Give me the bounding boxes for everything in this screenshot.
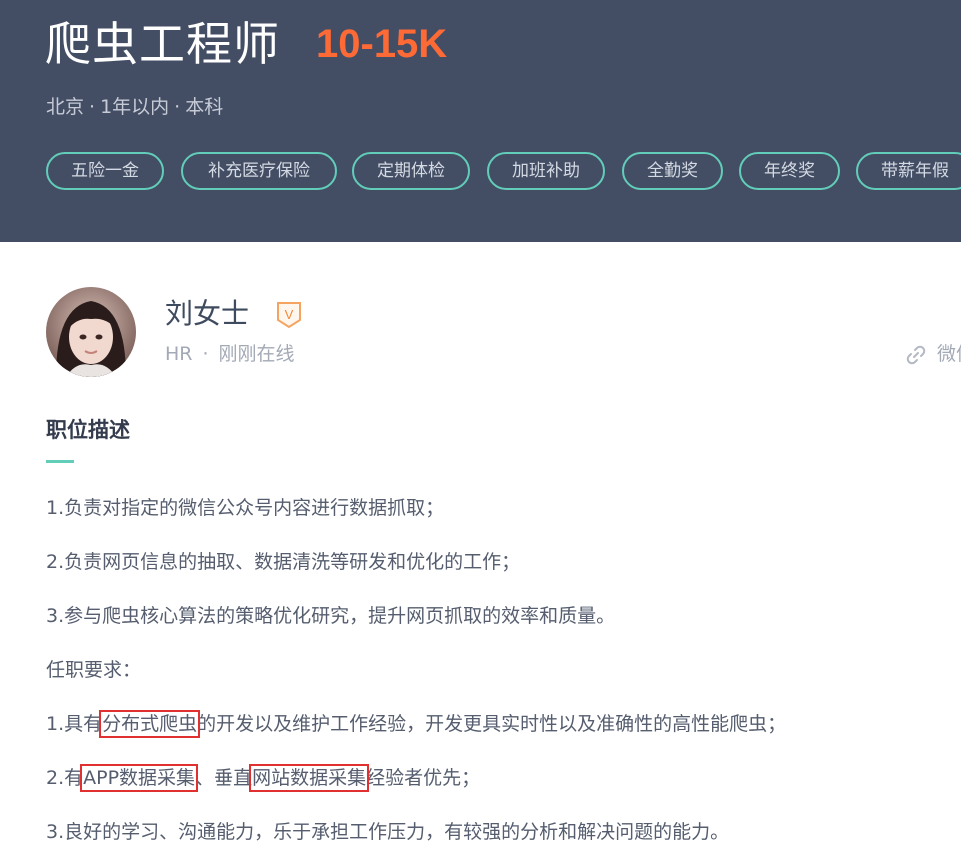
- duty-line: 2.负责网页信息的抽取、数据清洗等研发和优化的工作；: [46, 551, 521, 573]
- job-meta: 北京 · 1年以内 · 本科: [46, 93, 223, 121]
- requirement-text: 、垂直: [195, 767, 253, 789]
- job-experience: 1年以内: [100, 96, 170, 118]
- benefit-tag: 补充医疗保险: [181, 152, 337, 190]
- link-icon: [906, 345, 926, 365]
- requirement-line: 1.具有分布式爬虫的开发以及维护工作经验，开发更具实时性以及准确性的高性能爬虫；: [46, 709, 786, 739]
- requirement-text: 2.有: [46, 767, 84, 789]
- recruiter-name: 刘女士: [165, 297, 250, 330]
- benefit-tag: 五险一金: [46, 152, 164, 190]
- separator: ·: [202, 343, 209, 365]
- verified-badge-text: V: [285, 307, 294, 322]
- requirement-line: 3.良好的学习、沟通能力，乐于承担工作压力，有较强的分析和解决问题的能力。: [46, 821, 730, 843]
- requirement-text: 的开发以及维护工作经验，开发更具实时性以及准确性的高性能爬虫；: [197, 713, 787, 735]
- benefit-tag: 全勤奖: [622, 152, 723, 190]
- job-salary: 10-15K: [316, 22, 448, 66]
- job-header: 爬虫工程师 10-15K 北京 · 1年以内 · 本科 五险一金 补充医疗保险 定期体检…: [0, 0, 961, 242]
- duty-line: 1.负责对指定的微信公众号内容进行数据抓取；: [46, 497, 445, 519]
- benefit-tag: 定期体检: [352, 152, 470, 190]
- highlighted-keyword: 网站数据采集: [249, 764, 370, 792]
- job-location: 北京: [46, 96, 85, 118]
- requirement-text: 经验者优先；: [366, 767, 481, 789]
- benefit-tag: 年终奖: [739, 152, 840, 190]
- section-underline: [46, 460, 74, 463]
- recruiter-avatar[interactable]: [46, 287, 136, 377]
- requirement-text: 1.具有: [46, 713, 103, 735]
- section-title: 职位描述: [46, 418, 130, 442]
- recruiter-role: HR: [165, 343, 193, 365]
- separator: ·: [89, 96, 96, 118]
- recruiter-meta: HR · 刚刚在线: [165, 340, 295, 368]
- avatar-photo: [46, 287, 136, 377]
- highlighted-keyword: 分布式爬虫: [99, 710, 201, 738]
- recruiter-status: 刚刚在线: [218, 343, 295, 365]
- benefit-tag: 带薪年假: [856, 152, 961, 190]
- highlighted-keyword: APP数据采集: [80, 764, 199, 792]
- benefit-tag: 加班补助: [487, 152, 605, 190]
- separator: ·: [174, 96, 181, 118]
- job-education: 本科: [185, 96, 224, 118]
- job-title: 爬虫工程师: [45, 17, 280, 71]
- requirements-heading: 任职要求：: [46, 659, 142, 681]
- requirement-line: 2.有APP数据采集、垂直网站数据采集经验者优先；: [46, 763, 480, 793]
- share-label: 微信: [937, 343, 961, 365]
- duty-line: 3.参与爬虫核心算法的策略优化研究，提升网页抓取的效率和质量。: [46, 605, 616, 627]
- verified-badge-icon: V: [277, 302, 301, 329]
